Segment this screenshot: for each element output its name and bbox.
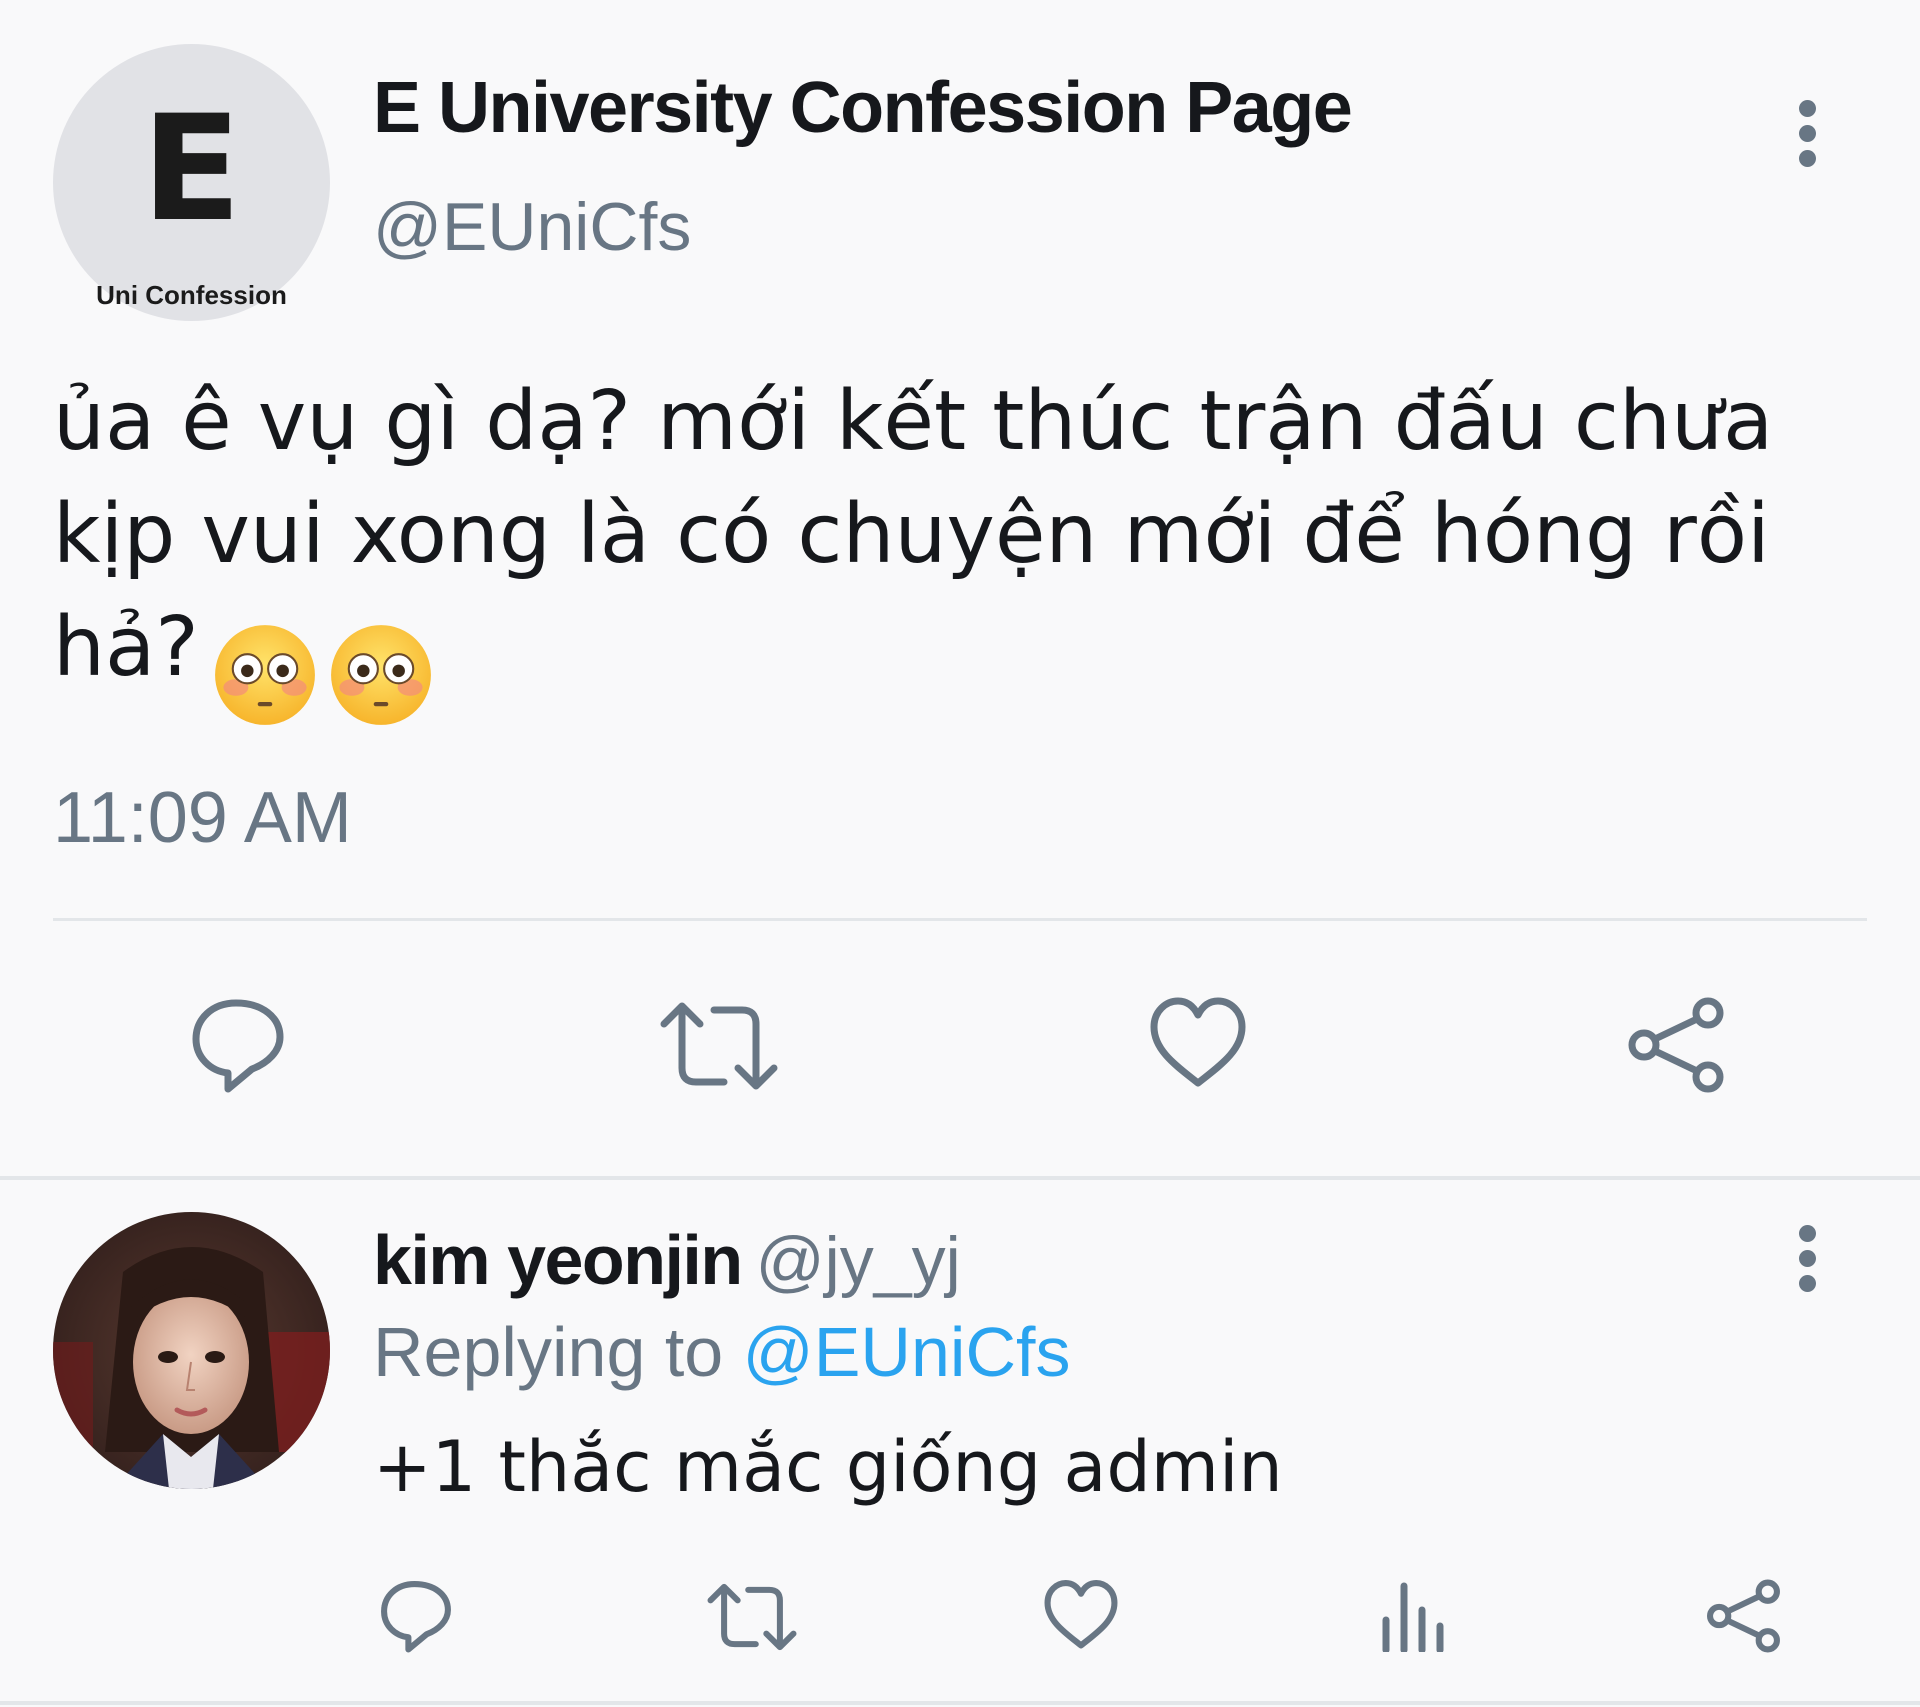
main-avatar[interactable]: E Uni Confession	[53, 44, 330, 321]
reply-display-name[interactable]: kim yeonjin	[373, 1221, 743, 1299]
divider	[0, 1701, 1920, 1705]
replying-to-line: Replying to @EUniCfs	[373, 1312, 1070, 1392]
emoji-group	[213, 613, 445, 727]
replying-prefix: Replying to	[373, 1313, 724, 1391]
main-tweet-text: ủa ê vụ gì dạ? mới kết thúc trận đấu chư…	[53, 365, 1883, 727]
reply-avatar[interactable]	[53, 1212, 330, 1489]
tweet-thread: E Uni Confession E University Confession…	[0, 0, 1920, 1707]
reply-header: kim yeonjin @jy_yj	[373, 1220, 961, 1320]
reply-icon[interactable]	[188, 995, 288, 1095]
like-icon[interactable]	[1043, 1578, 1119, 1652]
stats-icon[interactable]	[1378, 1580, 1448, 1652]
flushed-face-emoji	[214, 624, 315, 725]
main-display-name[interactable]: E University Confession Page	[373, 68, 1353, 148]
retweet-icon[interactable]	[706, 1582, 798, 1652]
divider	[53, 918, 1867, 921]
retweet-icon[interactable]	[658, 1000, 780, 1092]
main-handle[interactable]: @EUniCfs	[373, 187, 691, 267]
reply-icon[interactable]	[378, 1578, 454, 1654]
flushed-face-emoji	[330, 624, 431, 725]
avatar-logo-letter: E	[141, 84, 242, 254]
share-icon[interactable]	[1628, 995, 1728, 1095]
profile-photo	[53, 1212, 330, 1489]
reply-handle[interactable]: @jy_yj	[756, 1223, 961, 1299]
share-icon[interactable]	[1707, 1578, 1783, 1654]
more-options-icon[interactable]	[1797, 1225, 1817, 1300]
like-icon[interactable]	[1148, 995, 1248, 1091]
divider	[0, 1176, 1920, 1180]
reply-tweet-text: +1 thắc mắc giống admin	[373, 1426, 1283, 1508]
replying-mention-link[interactable]: @EUniCfs	[743, 1313, 1071, 1391]
avatar-logo-caption: Uni Confession	[96, 280, 287, 310]
more-options-icon[interactable]	[1797, 100, 1817, 175]
tweet-timestamp[interactable]: 11:09 AM	[53, 778, 352, 858]
